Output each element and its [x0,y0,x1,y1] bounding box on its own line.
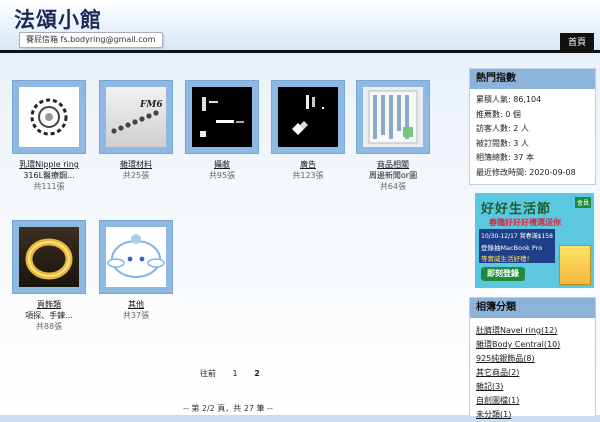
album-thumbnail[interactable] [12,220,86,294]
stat-row: 累積人氣: 86,104 [476,95,542,104]
ad-subline: 春臨好好好禮選送你 [489,218,561,227]
album-count: 共64張 [379,182,407,191]
page-summary: -- 第 2/2 頁，共 27 筆 -- [183,404,273,413]
album-thumbnail[interactable] [12,80,86,154]
category-link[interactable]: 其它商品(2) [470,366,595,380]
album-card: 其他 共37張 [99,220,173,321]
album-desc: 項探、手鍊... [25,311,73,320]
ad-badge: 會員 [574,197,591,208]
album-image [192,87,252,147]
ad-banner[interactable]: 好好生活節 會員 春臨好好好禮選送你 10/30-12/17 賞春滿$158 登… [475,193,594,288]
album-card: 頁飾類 項探、手鍊... 共88張 [12,220,86,332]
ad-cta-button[interactable]: 即刻登錄 [481,267,525,281]
current-page: 2 [254,369,260,378]
album-count: 共95張 [208,171,236,180]
album-name[interactable]: 廣告 [271,159,345,170]
album-name[interactable]: 攝敝 [185,159,259,170]
site-title[interactable]: 法頌小館 [14,4,102,34]
stat-row: 訪客人數: 2 人 [476,124,529,133]
album-thumbnail[interactable]: FM6 [99,80,173,154]
album-count: 共25張 [122,171,150,180]
page-link[interactable]: 1 [233,369,238,378]
home-button[interactable]: 首頁 [560,33,594,53]
category-link[interactable]: 雜記(3) [470,380,595,394]
category-link[interactable]: 肚臍環Navel ring(12) [470,324,595,338]
category-link[interactable]: 未分類(1) [470,408,595,422]
ad-headline: 好好生活節 [481,202,552,217]
album-name[interactable]: 其他 [99,299,173,310]
album-count: 共88張 [35,322,63,331]
category-title: 相簿分類 [470,298,595,318]
album-count: 共123張 [292,171,324,180]
category-link[interactable]: 自創圖檔(1) [470,394,595,408]
album-desc: 316L醫療鋼... [23,171,75,180]
stats-panel: 熱門指數 累積人氣: 86,104 推薦數: 0 個 訪客人數: 2 人 被訂閱… [469,68,596,185]
album-card: FM6 雜環材料 共25張 [99,80,173,181]
ad-line3: 等實威生活好禮！ [481,255,533,263]
ad-product-image [559,245,591,285]
album-name[interactable]: 雜環材料 [99,159,173,170]
album-name[interactable]: 乳環Nipple ring [12,159,86,170]
prev-page-link[interactable]: 往前 [200,369,216,378]
album-image: FM6 [106,87,166,147]
stat-row: 被訂閱數: 3 人 [476,138,529,148]
album-count: 共37張 [122,311,150,320]
album-thumbnail[interactable] [356,80,430,154]
album-name[interactable]: 頁飾類 [12,299,86,310]
stat-row: 推薦數: 0 個 [476,109,521,119]
ad-dates: 10/30-12/17 賞春滿$158 [481,233,553,240]
svg-text:FM6: FM6 [139,100,163,110]
album-desc: 周邊新聞or圖 [368,171,418,180]
category-panel: 相簿分類 肚臍環Navel ring(12) 雜環Body Central(10… [469,297,596,419]
album-card: 廣告 共123張 [271,80,345,181]
album-image [19,87,79,147]
album-card: 攝敝 共95張 [185,80,259,181]
album-image [106,227,166,287]
contact-email: 賽屁信箱 fs.bodyring@gmail.com [19,32,163,48]
header-divider [0,50,600,53]
album-count: 共111張 [33,182,65,191]
album-thumbnail[interactable] [99,220,173,294]
category-link[interactable]: 925純銀飾品(8) [470,352,595,366]
pagination: 往前 1 2 [200,368,274,379]
stat-row: 最近修改時間: 2020-09-08 [476,167,576,177]
album-image [363,87,423,147]
album-name[interactable]: 商品相關 [356,159,430,170]
album-thumbnail[interactable] [271,80,345,154]
album-image [19,227,79,287]
stat-row: 相簿總數: 37 本 [476,153,534,162]
album-thumbnail[interactable] [185,80,259,154]
album-card: 乳環Nipple ring 316L醫療鋼... 共111張 [12,80,86,192]
site-header: 法頌小館 賽屁信箱 fs.bodyring@gmail.com 首頁 [0,0,600,53]
category-link[interactable]: 雜環Body Central(10) [470,338,595,352]
album-image [278,87,338,147]
stats-title: 熱門指數 [470,69,595,89]
album-card: 商品相關 周邊新聞or圖 共64張 [356,80,430,192]
ad-line2: 登錄抽MacBook Pro [481,244,543,252]
